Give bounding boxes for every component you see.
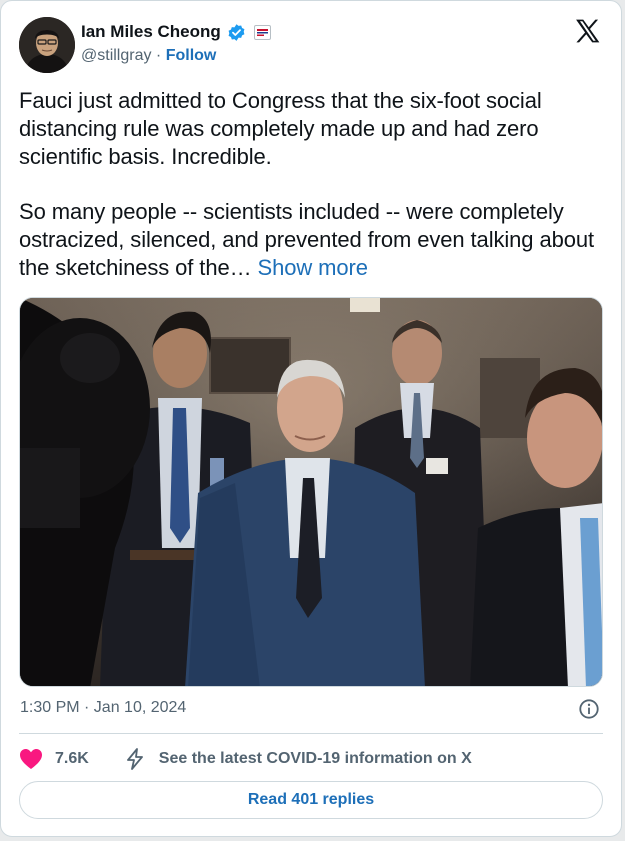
tweet-paragraph: Fauci just admitted to Congress that the…: [19, 88, 542, 169]
tweet-photo[interactable]: [19, 297, 603, 687]
verified-badge-icon: [228, 23, 245, 41]
tweet-timestamp[interactable]: 1:30 PM · Jan 10, 2024: [20, 699, 186, 717]
author-handle[interactable]: @stillgray: [81, 47, 151, 64]
x-logo-icon[interactable]: [575, 19, 601, 43]
author-name-row: Ian Miles Cheong: [81, 22, 271, 42]
tweet-card: Ian Miles Cheong @stillgray · Follow Fau…: [0, 0, 622, 837]
avatar[interactable]: [19, 17, 75, 73]
covid-info-link[interactable]: See the latest COVID-19 information on X: [159, 750, 472, 768]
show-more-link[interactable]: Show more: [258, 255, 368, 280]
action-bar: 7.6K See the latest COVID-19 information…: [19, 746, 472, 772]
avatar-image: [19, 17, 75, 73]
tweet-paragraph: So many people -- scientists included --…: [19, 198, 609, 282]
handle-separator: ·: [151, 47, 166, 64]
affiliation-badge-icon[interactable]: [253, 24, 271, 40]
info-icon[interactable]: [578, 698, 600, 720]
tweet-text: Fauci just admitted to Congress that the…: [19, 87, 609, 282]
photo-image: [20, 298, 602, 686]
like-count[interactable]: 7.6K: [55, 750, 89, 768]
heart-icon[interactable]: [19, 748, 43, 770]
author-handle-row: @stillgray · Follow: [81, 47, 216, 65]
author-display-name[interactable]: Ian Miles Cheong: [81, 22, 221, 42]
follow-link[interactable]: Follow: [166, 47, 217, 64]
divider: [19, 733, 603, 734]
read-replies-button[interactable]: Read 401 replies: [19, 781, 603, 819]
lightning-bolt-icon: [126, 748, 143, 770]
